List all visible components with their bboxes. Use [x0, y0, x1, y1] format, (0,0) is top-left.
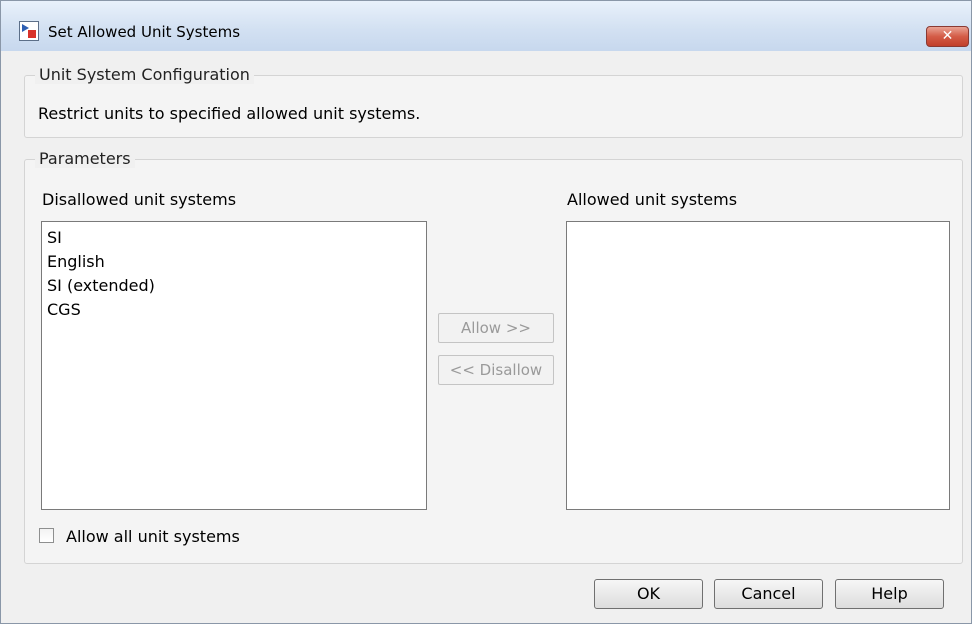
allowed-listbox[interactable] — [566, 221, 950, 510]
title-bar[interactable]: Set Allowed Unit Systems ✕ — [1, 1, 971, 51]
allow-all-checkbox[interactable] — [39, 528, 54, 543]
close-icon: ✕ — [941, 28, 954, 44]
close-button[interactable]: ✕ — [926, 26, 969, 47]
list-item[interactable]: SI — [42, 226, 426, 250]
simulink-app-icon — [19, 21, 39, 41]
list-item[interactable]: CGS — [42, 298, 426, 322]
disallowed-label: Disallowed unit systems — [42, 190, 237, 209]
disallowed-listbox[interactable]: SI English SI (extended) CGS — [41, 221, 427, 510]
cancel-button[interactable]: Cancel — [714, 579, 823, 609]
help-button[interactable]: Help — [835, 579, 944, 609]
dialog-window: Set Allowed Unit Systems ✕ Unit System C… — [0, 0, 972, 624]
config-group-legend: Unit System Configuration — [35, 65, 254, 84]
config-description: Restrict units to specified allowed unit… — [38, 104, 421, 123]
disallow-button[interactable]: << Disallow — [438, 355, 554, 385]
list-item[interactable]: SI (extended) — [42, 274, 426, 298]
ok-button[interactable]: OK — [594, 579, 703, 609]
allow-all-label[interactable]: Allow all unit systems — [66, 527, 240, 546]
allow-button[interactable]: Allow >> — [438, 313, 554, 343]
window-title: Set Allowed Unit Systems — [48, 23, 241, 41]
allowed-label: Allowed unit systems — [567, 190, 738, 209]
parameters-group-legend: Parameters — [35, 149, 135, 168]
list-item[interactable]: English — [42, 250, 426, 274]
